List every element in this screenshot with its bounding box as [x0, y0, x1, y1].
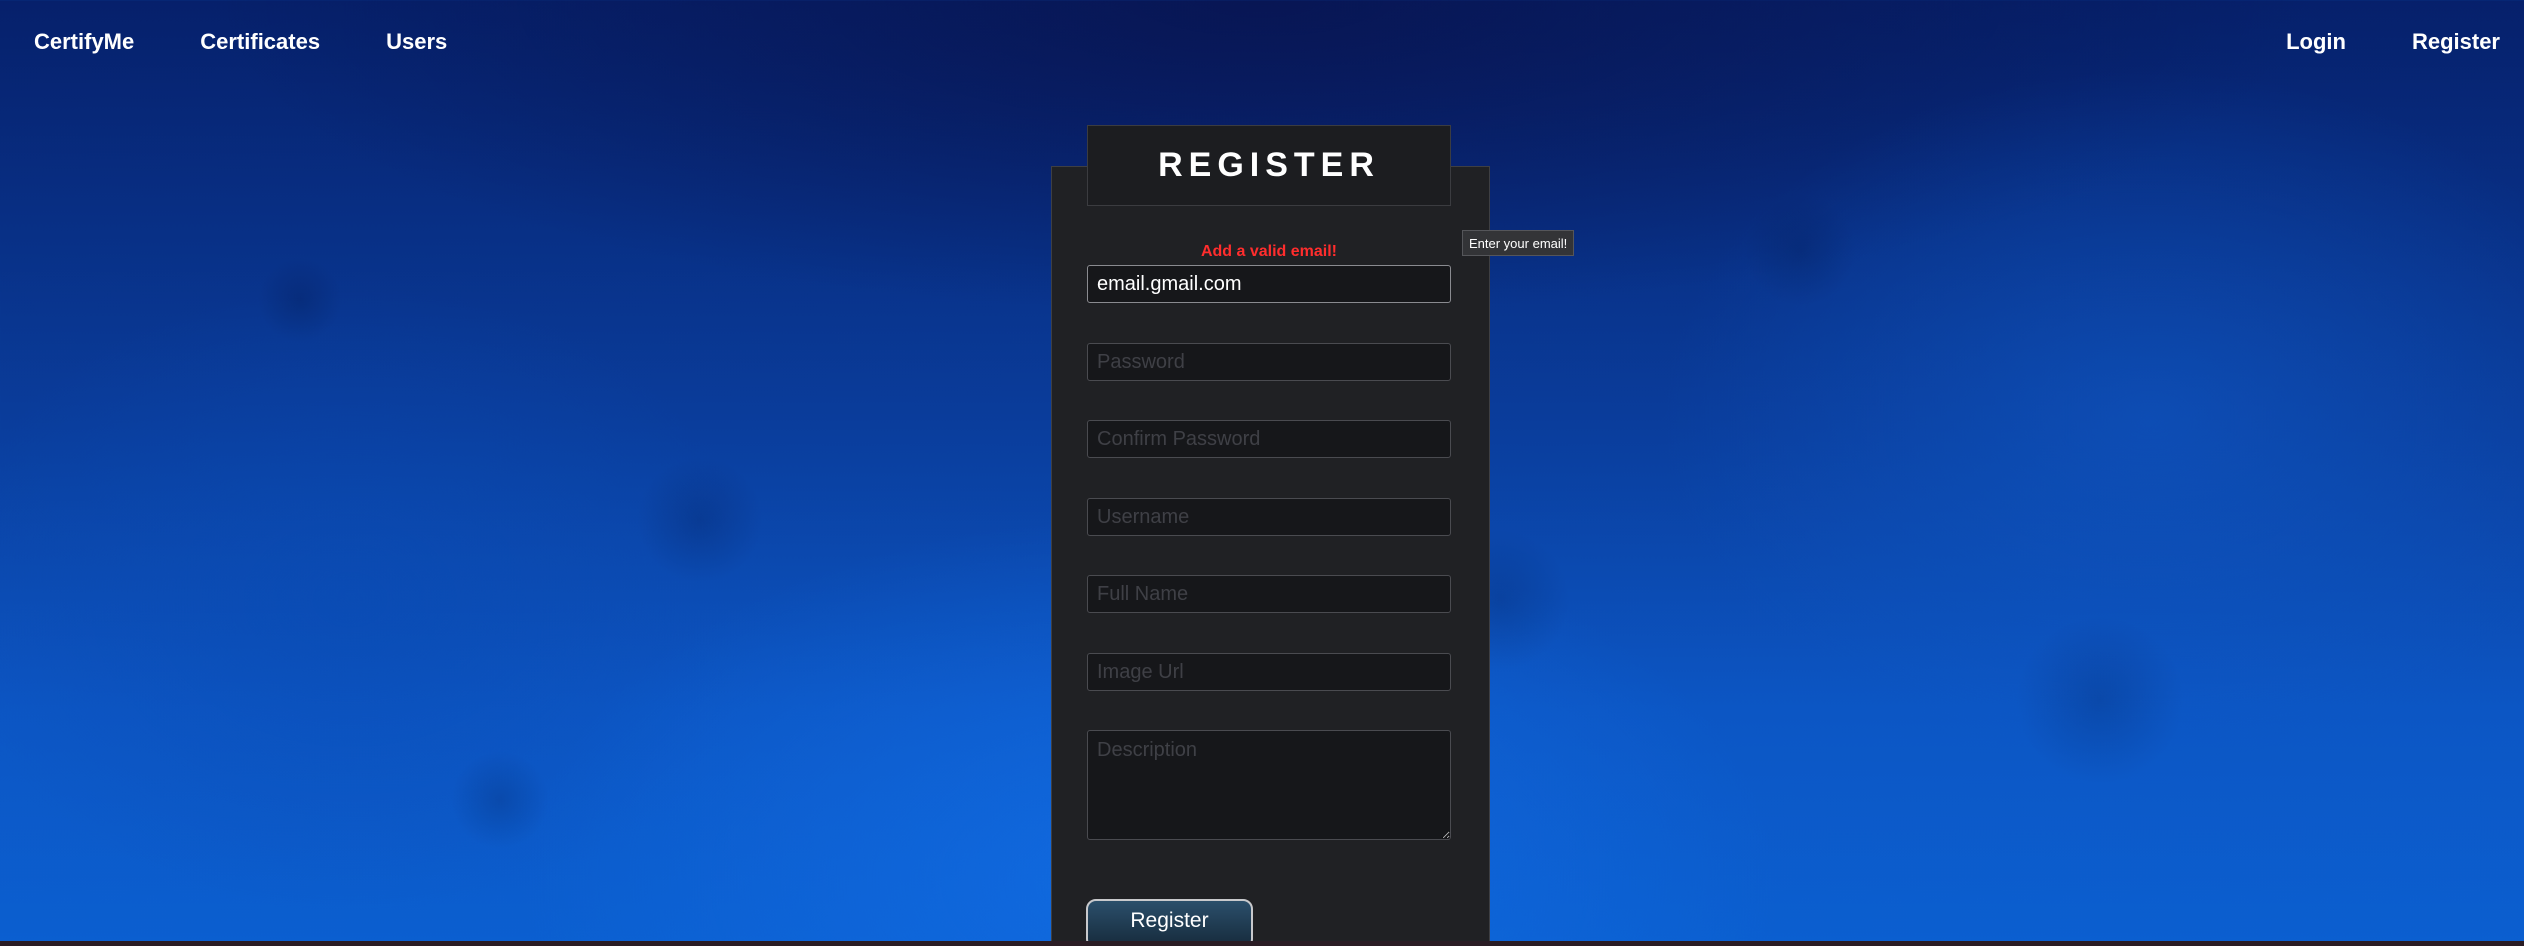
description-field[interactable] — [1087, 730, 1451, 840]
password-field[interactable] — [1087, 343, 1451, 381]
nav-right-group: Login Register — [2286, 29, 2524, 55]
email-field[interactable] — [1087, 265, 1451, 303]
email-error-message: Add a valid email! — [1200, 243, 1338, 260]
confirm-password-field[interactable] — [1087, 420, 1451, 458]
nav-left-group: CertifyMe Certificates Users — [0, 29, 513, 55]
top-navbar: CertifyMe Certificates Users Login Regis… — [0, 0, 2524, 84]
form-title: REGISTER — [1158, 146, 1380, 184]
email-tooltip: Enter your email! — [1462, 230, 1575, 256]
brand-link[interactable]: CertifyMe — [34, 29, 134, 55]
nav-link-login[interactable]: Login — [2286, 29, 2346, 55]
nav-link-register[interactable]: Register — [2412, 29, 2500, 55]
nav-link-certificates[interactable]: Certificates — [200, 29, 320, 55]
form-title-card: REGISTER — [1087, 125, 1451, 206]
image-url-field[interactable] — [1087, 653, 1451, 691]
full-name-field[interactable] — [1087, 575, 1451, 613]
nav-link-users[interactable]: Users — [386, 29, 447, 55]
register-submit-button[interactable]: Register — [1086, 899, 1253, 946]
username-field[interactable] — [1087, 498, 1451, 536]
